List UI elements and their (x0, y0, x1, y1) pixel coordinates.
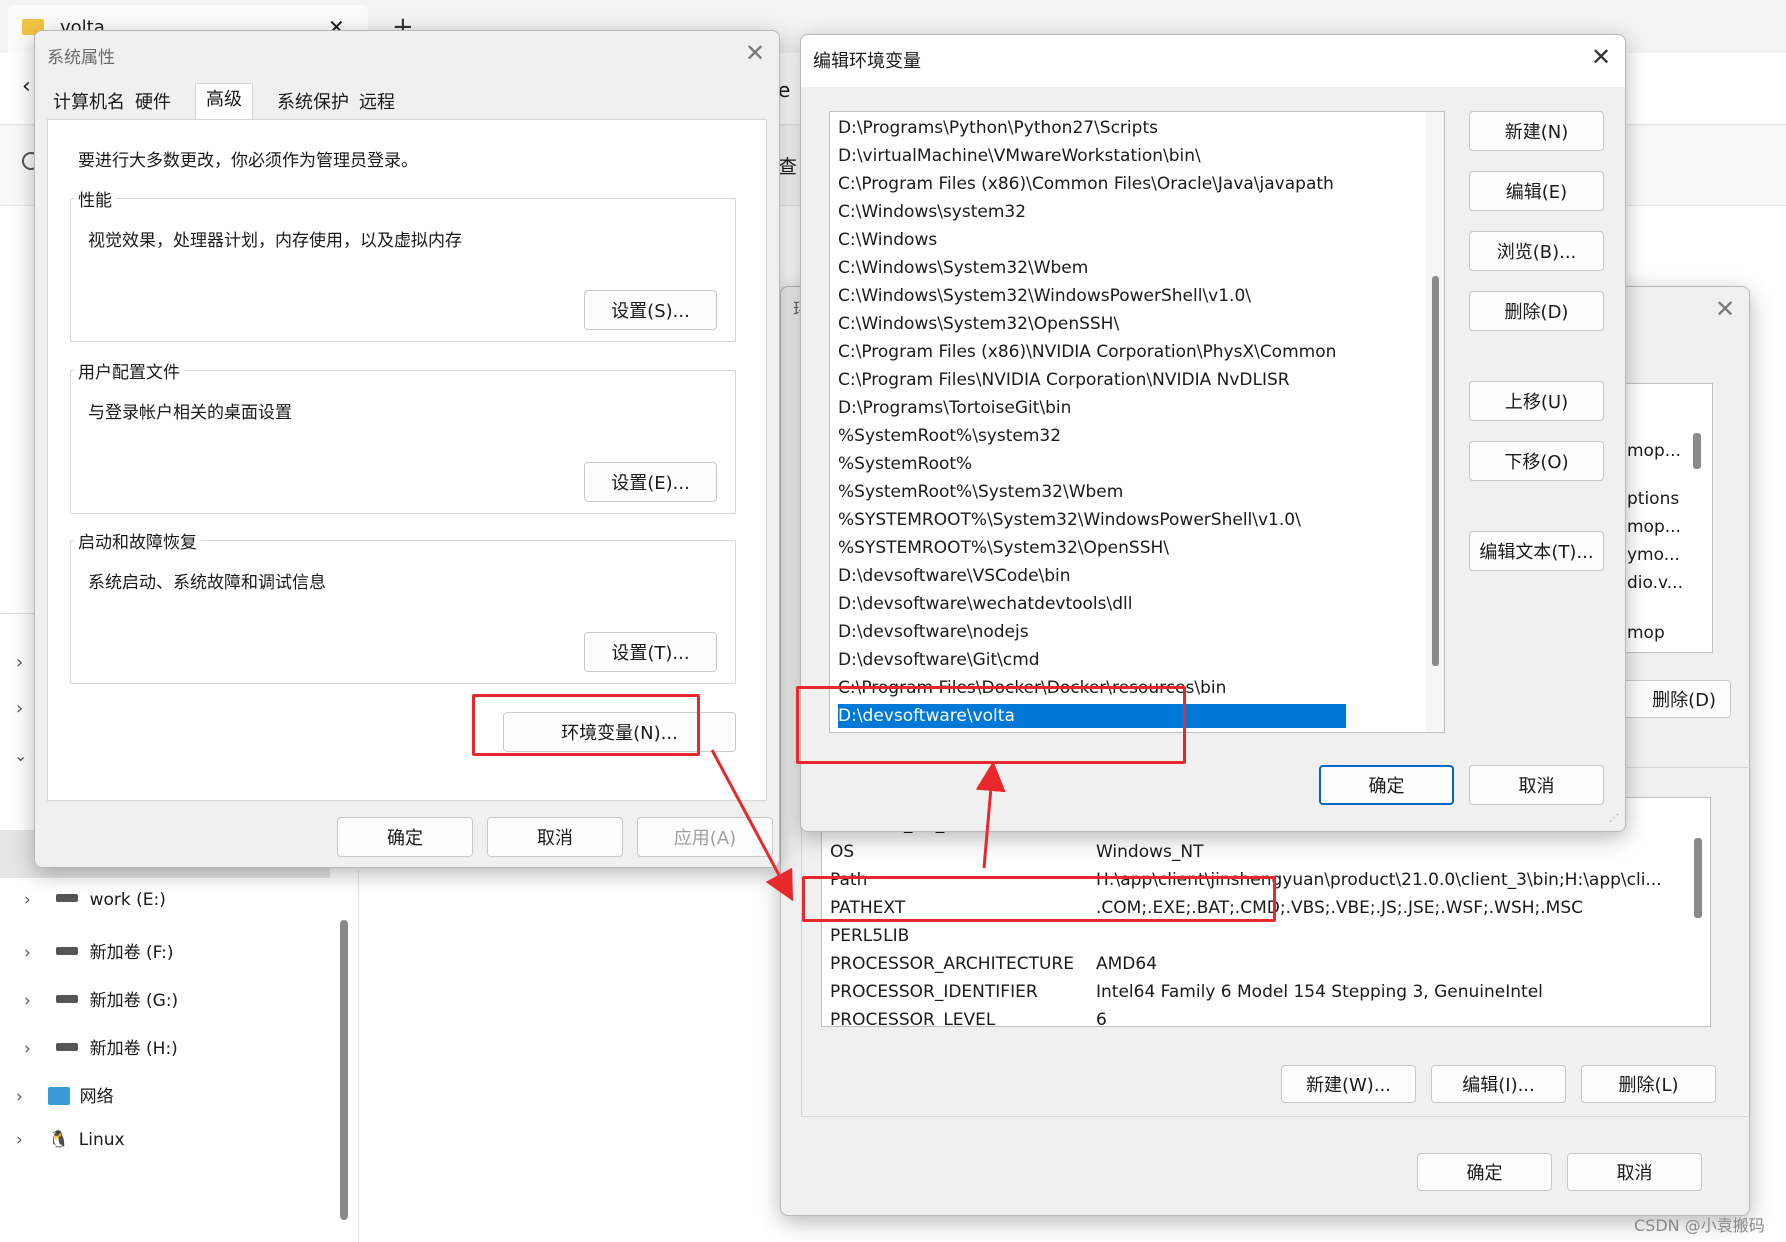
annotation-arrows (710, 749, 1006, 902)
watermark: CSDN @小袁搬码 (1634, 1216, 1765, 1235)
